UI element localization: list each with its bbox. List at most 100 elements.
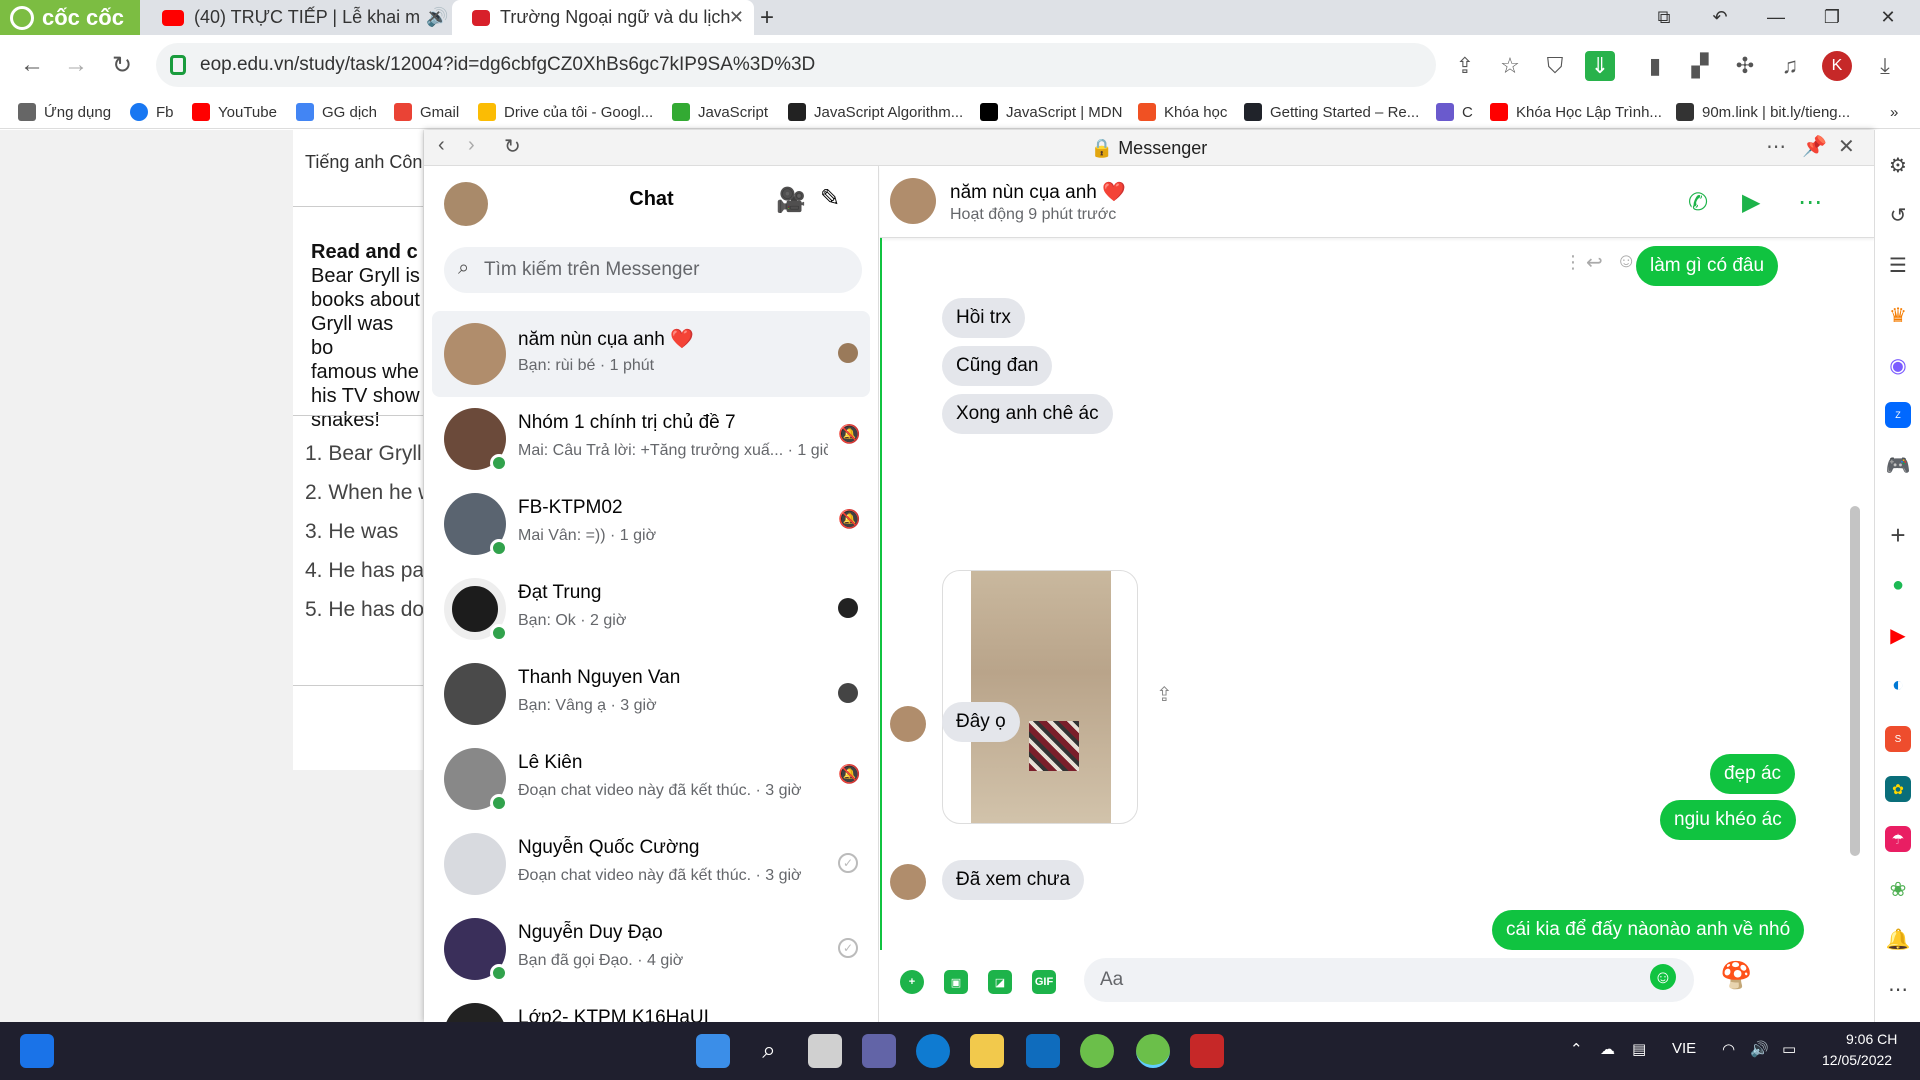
edge-icon[interactable]: ◐	[1885, 672, 1911, 698]
bookmark-drive[interactable]: Drive của tôi - Googl...	[478, 101, 653, 123]
forward-button[interactable]: →	[56, 45, 96, 85]
close-tab-icon[interactable]: ✕	[427, 7, 442, 28]
gamepad-icon[interactable]: 🎮	[1885, 452, 1911, 478]
share-icon[interactable]: ⇪	[1156, 682, 1173, 707]
bookmark-javascript[interactable]: JavaScript	[672, 101, 768, 123]
bookmark-youtube[interactable]: YouTube	[192, 101, 277, 123]
back-history-icon[interactable]: ↶	[1692, 0, 1748, 35]
reply-icon[interactable]: ↩	[1586, 250, 1603, 275]
conversation-item[interactable]: năm nùn cụa anh ❤️ Bạn: rùi bé · 1 phút	[432, 311, 870, 397]
bookmark-c[interactable]: C	[1436, 101, 1473, 123]
message-sent[interactable]: cái kia để đấy nàonào anh về nhó	[1492, 910, 1805, 950]
conversation-item[interactable]: Lê Kiên Đoạn chat video này đã kết thúc.…	[432, 736, 870, 822]
contact-name[interactable]: năm nùn cụa anh ❤️	[950, 180, 1126, 204]
bookmarks-more[interactable]: »	[1890, 101, 1898, 123]
address-bar[interactable]: eop.edu.vn/study/task/12004?id=dg6cbfgCZ…	[156, 43, 1436, 87]
video-call-icon[interactable]: ▶	[1742, 188, 1760, 217]
history-icon[interactable]: ↺	[1885, 202, 1911, 228]
edge-icon[interactable]	[916, 1034, 950, 1068]
image-icon[interactable]: ▣	[944, 970, 968, 994]
zalo-icon[interactable]: Z	[1885, 402, 1911, 428]
app-tray-icon[interactable]: ▤	[1632, 1040, 1646, 1058]
conversation-item[interactable]: Nguyễn Quốc Cường Đoạn chat video này đã…	[432, 821, 870, 907]
volume-icon[interactable]: 🔊	[1750, 1040, 1769, 1058]
message-more-icon[interactable]: ⋮	[1564, 252, 1582, 273]
conversation-item[interactable]: FB-KTPM02 Mai Vân: =)) · 1 giờ 🔕	[432, 481, 870, 567]
message-received[interactable]: Xong anh chê ác	[942, 394, 1113, 434]
extension-icon[interactable]: ▞	[1685, 51, 1715, 81]
clock-time[interactable]: 9:06 CH	[1846, 1031, 1897, 1047]
screenshot-icon[interactable]: ⧉	[1636, 0, 1692, 35]
scrollbar[interactable]	[1850, 506, 1860, 856]
playlist-icon[interactable]: ♫	[1775, 51, 1805, 81]
tab-school[interactable]: Trường Ngoại ngữ và du lịch ✕	[452, 0, 754, 35]
coccoc-logo[interactable]: cốc cốc	[0, 0, 140, 35]
bookmark-khoa-hoc-lap-trinh[interactable]: Khóa Học Lập Trình...	[1490, 101, 1662, 123]
widgets-icon[interactable]	[20, 1034, 54, 1068]
profile-avatar[interactable]: K	[1822, 51, 1852, 81]
download-manager-icon[interactable]: ⇓	[1585, 51, 1615, 81]
conversation-item[interactable]: Nguyễn Duy Đạo Bạn đã gọi Đạo. · 4 giờ ✓	[432, 906, 870, 992]
tab-youtube-live[interactable]: (40) TRỰC TIẾP | Lễ khai m 🔊 ✕	[142, 0, 452, 35]
search-icon[interactable]: ⌕	[752, 1034, 786, 1068]
bookmark-apps[interactable]: Ứng dụng	[18, 101, 111, 123]
shield-icon[interactable]: ⛉	[1540, 51, 1570, 81]
conversation-item[interactable]: Nhóm 1 chính trị chủ đề 7 Mai: Câu Trả l…	[432, 396, 870, 482]
message-sent[interactable]: đẹp ác	[1710, 754, 1796, 794]
shopee-icon[interactable]: S	[1885, 726, 1911, 752]
wifi-icon[interactable]: ◠	[1722, 1040, 1735, 1058]
coccoc-profile-icon[interactable]	[1136, 1034, 1170, 1068]
react-icon[interactable]: ☺	[1616, 250, 1636, 273]
cloud-icon[interactable]: ☁	[1600, 1040, 1615, 1058]
spotify-icon[interactable]: ●	[1885, 572, 1911, 598]
new-tab-button[interactable]: +	[756, 0, 786, 35]
chevron-up-icon[interactable]: ⌃	[1570, 1040, 1583, 1058]
back-button[interactable]: ←	[12, 45, 52, 85]
task-view-icon[interactable]	[808, 1034, 842, 1068]
windows-start-icon[interactable]	[696, 1034, 730, 1068]
photo-message[interactable]	[942, 570, 1138, 824]
settings-icon[interactable]: ⚙	[1885, 152, 1911, 178]
bookmark-gg-dich[interactable]: GG dịch	[296, 101, 377, 123]
contact-avatar[interactable]	[890, 178, 936, 224]
plus-circle-icon[interactable]: +	[900, 970, 924, 994]
emoji-icon[interactable]: ☺	[1650, 964, 1676, 990]
more-options-icon[interactable]: ⋯	[1885, 976, 1911, 1002]
message-sent[interactable]: ngiu khéo ác	[1660, 800, 1796, 840]
teams-icon[interactable]	[862, 1034, 896, 1068]
app-icon[interactable]	[1190, 1034, 1224, 1068]
message-received[interactable]: Cũng đan	[942, 346, 1053, 386]
bookmark-khoa-hoc[interactable]: Khóa học	[1138, 101, 1227, 123]
conversation-item[interactable]: Đạt Trung Bạn: Ok · 2 giờ	[432, 566, 870, 652]
downloads-icon[interactable]: ⤓	[1870, 51, 1900, 81]
phone-icon[interactable]: ✆	[1688, 188, 1708, 217]
new-video-call-icon[interactable]: 🎥	[776, 186, 806, 215]
message-received[interactable]: Hồi trx	[942, 298, 1025, 338]
messenger-icon[interactable]: ◉	[1885, 352, 1911, 378]
conversation-item[interactable]: Lớp2- KTPM K16HaUI	[432, 991, 870, 1022]
app-icon[interactable]: ✿	[1885, 776, 1911, 802]
message-received[interactable]: Đã xem chưa	[942, 860, 1085, 900]
reload-button[interactable]: ↻	[102, 45, 142, 85]
bell-icon[interactable]: 🔔	[1885, 926, 1911, 952]
close-icon[interactable]: ✕	[1838, 134, 1855, 159]
mail-icon[interactable]	[1026, 1034, 1060, 1068]
bookmark-90mlink[interactable]: 90m.link | bit.ly/tieng...	[1676, 101, 1850, 123]
coccoc-icon[interactable]	[1080, 1034, 1114, 1068]
extension-icon[interactable]: ▮	[1640, 51, 1670, 81]
battery-icon[interactable]: ▭	[1782, 1040, 1796, 1058]
share-icon[interactable]: ⇪	[1450, 51, 1480, 81]
message-sent[interactable]: làm gì có đâu	[1636, 246, 1779, 286]
pin-icon[interactable]: 📌	[1802, 134, 1827, 159]
gif-icon[interactable]: GIF	[1032, 970, 1056, 994]
language-indicator[interactable]: VIE	[1672, 1040, 1696, 1057]
lesson-tab[interactable]: Tiếng anh Côn	[305, 152, 422, 173]
bookmark-js-algorithms[interactable]: JavaScript Algorithm...	[788, 101, 963, 123]
messenger-search[interactable]: ⌕ Tìm kiếm trên Messenger	[444, 247, 862, 293]
bookmark-getting-started[interactable]: Getting Started – Re...	[1244, 101, 1419, 123]
bookmark-mdn[interactable]: JavaScript | MDN	[980, 101, 1122, 123]
clock-date[interactable]: 12/05/2022	[1822, 1052, 1892, 1068]
file-explorer-icon[interactable]	[970, 1034, 1004, 1068]
compose-icon[interactable]: ✎	[820, 184, 840, 213]
app-icon[interactable]: ❀	[1885, 876, 1911, 902]
